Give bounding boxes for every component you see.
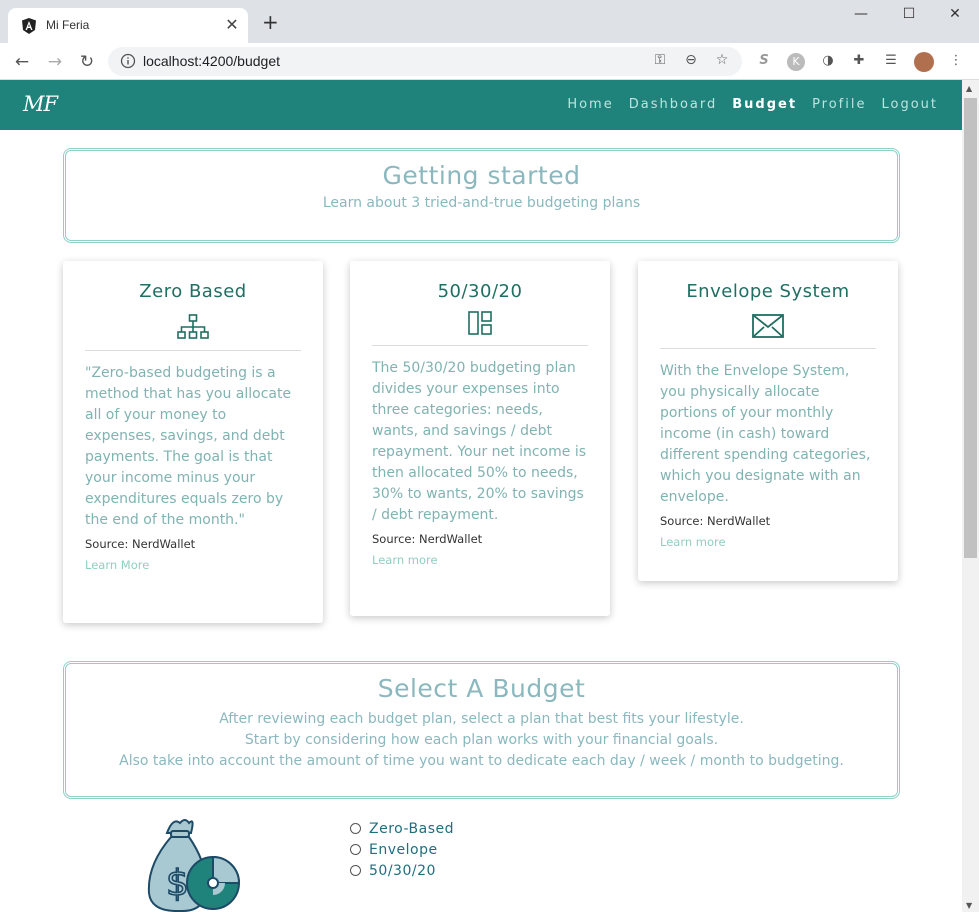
- option-label[interactable]: Envelope: [369, 842, 438, 858]
- card-divider: [660, 348, 876, 349]
- card-title: Zero Based: [139, 281, 247, 302]
- angular-icon: [22, 18, 36, 34]
- option-50-30-20[interactable]: 50/30/20: [350, 860, 454, 881]
- minimize-button[interactable]: —: [839, 6, 883, 22]
- card-zero-based: Zero Based "Zero-based budgeting is a me…: [63, 261, 323, 623]
- extension-circle-icon[interactable]: ◑: [819, 53, 837, 71]
- getting-started-subtitle: Learn about 3 tried-and-true budgeting p…: [322, 195, 641, 211]
- org-chart-icon: [177, 314, 209, 339]
- forward-icon[interactable]: →: [45, 52, 65, 72]
- budget-options: Zero-Based Envelope 50/30/20: [350, 818, 454, 881]
- select-budget-line: Start by considering how each plan works…: [244, 732, 719, 748]
- select-budget-title: Select A Budget: [377, 674, 586, 703]
- url-text[interactable]: localhost:4200/budget: [143, 53, 280, 69]
- nav-profile[interactable]: Profile: [812, 97, 866, 112]
- card-divider: [85, 350, 301, 351]
- nav-logout[interactable]: Logout: [881, 97, 938, 112]
- media-control-icon[interactable]: ☰: [882, 53, 900, 71]
- card-divider: [372, 345, 588, 346]
- nav-home[interactable]: Home: [567, 97, 613, 112]
- nav-budget[interactable]: Budget: [732, 97, 797, 112]
- page-content: Getting started Learn about 3 tried-and-…: [0, 130, 962, 912]
- extensions-puzzle-icon[interactable]: ✚: [850, 53, 868, 71]
- browser-tab[interactable]: Mi Feria ✕: [8, 8, 248, 43]
- envelope-icon: [752, 314, 784, 338]
- card-source: Source: NerdWallet: [85, 537, 196, 551]
- card-source: Source: NerdWallet: [660, 514, 771, 528]
- learn-more-link[interactable]: Learn More: [85, 558, 301, 572]
- maximize-button[interactable]: ☐: [887, 6, 931, 22]
- layout-icon: [468, 311, 492, 335]
- bookmark-star-icon[interactable]: ☆: [713, 52, 731, 68]
- menu-dots-icon[interactable]: ⋮: [947, 53, 965, 71]
- card-body: The 50/30/20 budgeting plan divides your…: [372, 360, 586, 523]
- radio-button[interactable]: [350, 865, 361, 876]
- tab-close-icon[interactable]: ✕: [222, 15, 242, 34]
- scroll-up-icon[interactable]: ▲: [966, 84, 972, 93]
- zoom-icon[interactable]: ⊖: [682, 52, 700, 68]
- card-50-30-20: 50/30/20 The 50/30/20 budgeting plan div…: [350, 261, 610, 616]
- getting-started-title: Getting started: [382, 161, 581, 190]
- card-title: 50/30/20: [437, 281, 523, 302]
- option-envelope[interactable]: Envelope: [350, 839, 454, 860]
- info-icon[interactable]: [120, 53, 136, 69]
- option-label[interactable]: 50/30/20: [369, 863, 436, 879]
- learn-more-link[interactable]: Learn more: [660, 535, 876, 549]
- card-body: With the Envelope System, you physically…: [660, 363, 871, 505]
- scrollbar-thumb[interactable]: [964, 98, 977, 558]
- back-icon[interactable]: ←: [12, 52, 32, 72]
- window-close-button[interactable]: ✕: [933, 6, 977, 22]
- select-budget-line: Also take into account the amount of tim…: [119, 753, 844, 769]
- key-icon[interactable]: ⚿: [651, 52, 669, 68]
- scroll-down-icon[interactable]: ▼: [966, 901, 972, 910]
- browser-toolbar: ← → ↻ localhost:4200/budget ⚿ ⊖ ☆ S K ◑ …: [0, 43, 979, 80]
- tab-title: Mi Feria: [46, 18, 90, 32]
- option-zero-based[interactable]: Zero-Based: [350, 818, 454, 839]
- getting-started-banner: Getting started Learn about 3 tried-and-…: [63, 148, 900, 243]
- nav-links: Home Dashboard Budget Profile Logout: [552, 97, 938, 112]
- reload-icon[interactable]: ↻: [77, 52, 97, 72]
- address-bar[interactable]: localhost:4200/budget ⚿ ⊖ ☆: [108, 47, 742, 76]
- card-envelope-system: Envelope System With the Envelope System…: [638, 261, 898, 581]
- svg-text:$: $: [166, 863, 189, 904]
- nav-dashboard[interactable]: Dashboard: [629, 97, 718, 112]
- card-source: Source: NerdWallet: [372, 532, 483, 546]
- radio-button[interactable]: [350, 823, 361, 834]
- select-budget-banner: Select A Budget After reviewing each bud…: [63, 661, 900, 799]
- profile-avatar[interactable]: [914, 52, 934, 72]
- option-label[interactable]: Zero-Based: [369, 821, 454, 837]
- radio-button[interactable]: [350, 844, 361, 855]
- new-tab-button[interactable]: +: [262, 12, 279, 32]
- card-title: Envelope System: [686, 281, 850, 302]
- money-bag-icon: $: [147, 819, 241, 912]
- card-body: "Zero-based budgeting is a method that h…: [85, 365, 292, 528]
- select-budget-line: After reviewing each budget plan, select…: [219, 711, 744, 727]
- app-navbar: MF Home Dashboard Budget Profile Logout: [0, 80, 962, 130]
- extension-s-icon[interactable]: S: [755, 53, 773, 71]
- learn-more-link[interactable]: Learn more: [372, 553, 588, 567]
- extension-k-icon[interactable]: K: [787, 53, 805, 71]
- app-logo[interactable]: MF: [23, 92, 58, 116]
- page-scrollbar[interactable]: ▲ ▼: [962, 80, 979, 912]
- browser-tab-strip: Mi Feria ✕ + — ☐ ✕: [0, 0, 979, 43]
